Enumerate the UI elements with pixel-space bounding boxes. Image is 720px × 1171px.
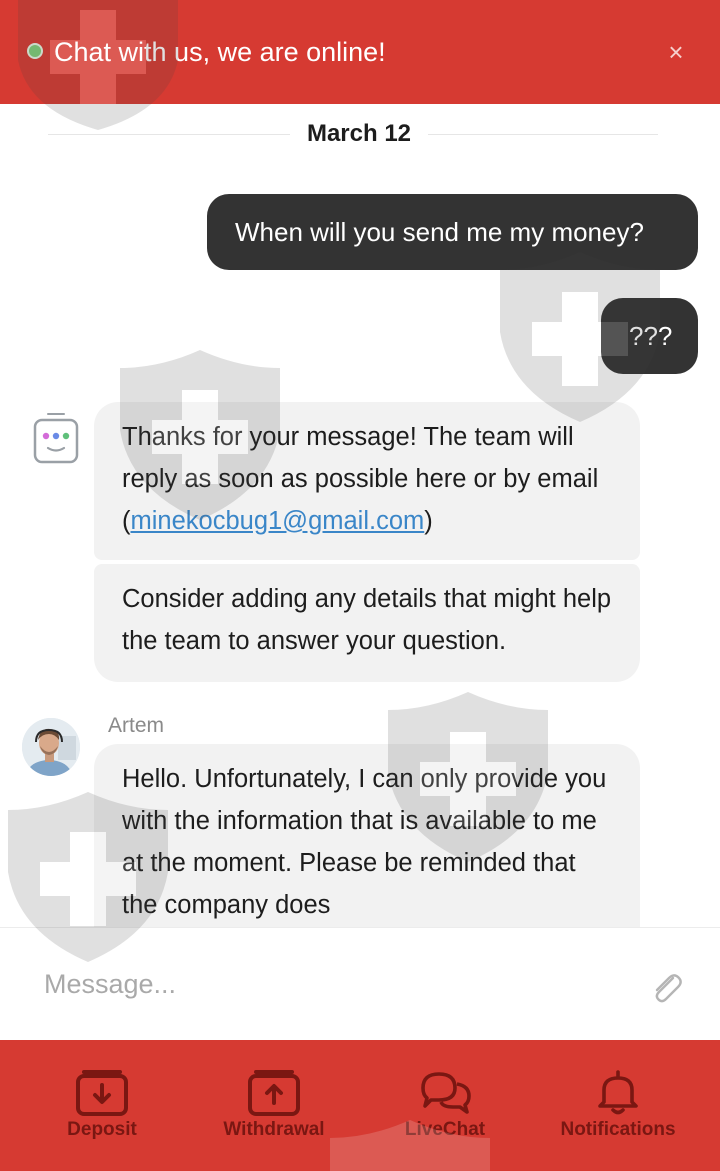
withdrawal-icon bbox=[248, 1070, 300, 1116]
outgoing-message: When will you send me my money? bbox=[207, 194, 698, 270]
email-link[interactable]: minekocbug1@gmail.com bbox=[131, 507, 425, 535]
agent-message: Hello. Unfortunately, I can only provide… bbox=[94, 744, 640, 927]
agent-photo bbox=[22, 718, 80, 776]
date-separator-line-right bbox=[428, 134, 658, 135]
date-label: March 12 bbox=[306, 120, 412, 147]
date-separator: March 12 bbox=[0, 116, 720, 152]
agent-name: Artem bbox=[108, 714, 165, 737]
bot-message-text-end: ) bbox=[424, 507, 433, 535]
nav-label: Deposit bbox=[67, 1119, 137, 1140]
paperclip-icon[interactable] bbox=[646, 968, 686, 1008]
bot-face-icon bbox=[33, 413, 79, 464]
deposit-icon bbox=[76, 1070, 128, 1116]
nav-notifications[interactable]: Notifications bbox=[548, 1040, 688, 1171]
avatar bbox=[22, 718, 80, 776]
bot-message: Thanks for your message! The team will r… bbox=[94, 402, 640, 560]
nav-deposit[interactable]: Deposit bbox=[40, 1040, 164, 1171]
nav-withdrawal[interactable]: Withdrawal bbox=[212, 1040, 336, 1171]
chat-transcript[interactable]: March 12 When will you send me my money?… bbox=[0, 104, 720, 927]
message-input[interactable] bbox=[28, 956, 640, 1012]
nav-label: Notifications bbox=[560, 1119, 676, 1140]
message-composer bbox=[0, 927, 720, 1040]
bottom-navigation: Deposit Withdrawal LiveChat Notification… bbox=[0, 1040, 720, 1171]
online-status-dot bbox=[27, 43, 43, 59]
close-icon[interactable]: × bbox=[660, 36, 692, 68]
bell-icon bbox=[598, 1070, 638, 1115]
date-separator-line-left bbox=[48, 134, 290, 135]
nav-label: Withdrawal bbox=[223, 1119, 325, 1140]
chat-header: Chat with us, we are online! × bbox=[0, 0, 720, 104]
chat-bubbles-icon bbox=[421, 1072, 471, 1114]
outgoing-message: ??? bbox=[601, 298, 698, 374]
header-title: Chat with us, we are online! bbox=[54, 37, 386, 67]
nav-livechat[interactable]: LiveChat bbox=[380, 1040, 510, 1171]
nav-label: LiveChat bbox=[404, 1119, 486, 1140]
bot-message: Consider adding any details that might h… bbox=[94, 564, 640, 682]
